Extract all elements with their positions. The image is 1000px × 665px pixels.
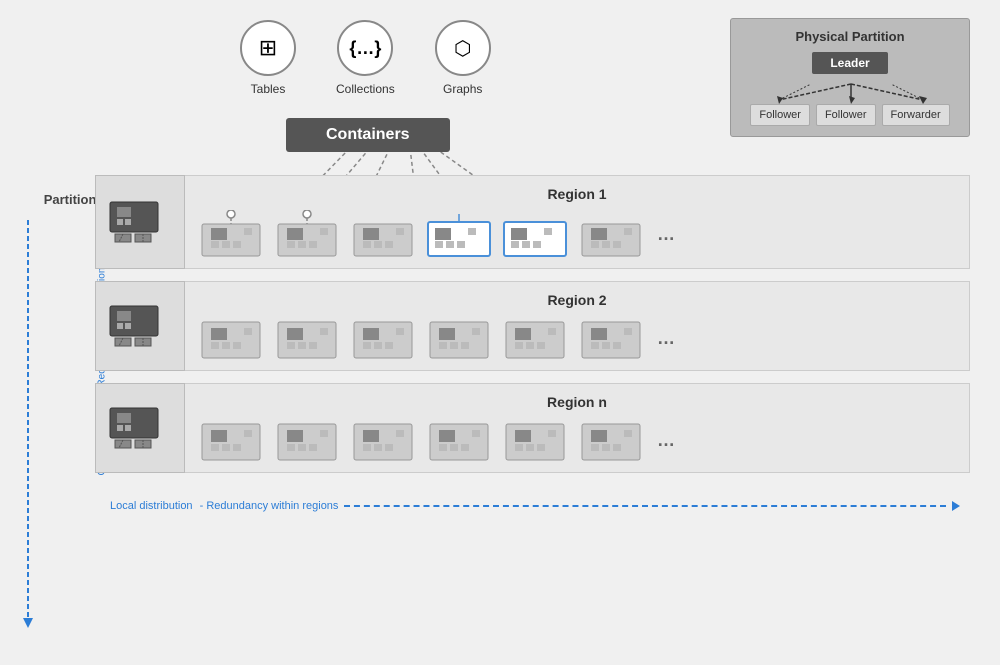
region-n-title: Region n: [197, 394, 957, 410]
region-1-partitions: …: [197, 210, 957, 258]
region-2-ellipsis: …: [657, 328, 675, 349]
pp-leader-row: Leader: [741, 52, 959, 74]
partition-set-server-icon-n: [105, 406, 175, 451]
graphs-label: Graphs: [443, 82, 482, 96]
collections-label: Collections: [336, 82, 395, 96]
partition-1: [197, 210, 265, 258]
partition-set-col-n: [95, 383, 185, 473]
tables-label: Tables: [251, 82, 286, 96]
region-1-content: Region 1: [185, 175, 970, 269]
collections-icon: {…}: [337, 20, 393, 76]
partition-4-highlighted: [425, 210, 493, 258]
containers-box: Containers: [286, 118, 450, 152]
pp-forwarder: Forwarder: [882, 104, 950, 126]
region-2-row: Region 2: [95, 281, 970, 371]
r2-p2: [273, 316, 341, 360]
partition-5-highlighted: [501, 210, 569, 258]
region-2-title: Region 2: [197, 292, 957, 308]
partition-set-server-icon-2: [105, 304, 175, 349]
pp-follower-1: Follower: [750, 104, 810, 126]
tables-icon: ⊞: [240, 20, 296, 76]
region-1-row: Region 1: [95, 175, 970, 269]
physical-partition-title: Physical Partition: [741, 29, 959, 44]
partition-set-col-1: [95, 175, 185, 269]
pp-followers-row: Follower Follower Forwarder: [741, 104, 959, 126]
partition-2: [273, 210, 341, 258]
physical-partition-panel: Physical Partition Leader Follower Follo…: [730, 18, 970, 137]
main-container: ⊞ Tables {…} Collections ⬡ Graphs Contai…: [0, 0, 1000, 665]
graphs-icon-item: ⬡ Graphs: [435, 20, 491, 96]
r2-p5: [501, 316, 569, 360]
region-1-ellipsis: …: [657, 224, 675, 245]
r2-p1: [197, 316, 265, 360]
region-n-ellipsis: …: [657, 430, 675, 451]
pp-follower-2: Follower: [816, 104, 876, 126]
regions-area: Region 1: [95, 175, 970, 635]
region-n-partitions: …: [197, 418, 957, 462]
partition-set-col-2: [95, 281, 185, 371]
collections-icon-item: {…} Collections: [336, 20, 395, 96]
rn-p6: [577, 418, 645, 462]
graphs-icon: ⬡: [435, 20, 491, 76]
region-n-content: Region n: [185, 383, 970, 473]
pp-arrows-svg: [741, 80, 961, 104]
containers-label: Containers: [326, 126, 410, 143]
rn-p1: [197, 418, 265, 462]
rn-p4: [425, 418, 493, 462]
rn-p5: [501, 418, 569, 462]
partition-set-server-icon-1: [105, 200, 175, 245]
tables-icon-item: ⊞ Tables: [240, 20, 296, 96]
pp-leader-box: Leader: [812, 52, 887, 74]
partition-3: [349, 210, 417, 258]
region-2-content: Region 2: [185, 281, 970, 371]
top-icons-row: ⊞ Tables {…} Collections ⬡ Graphs: [240, 20, 491, 96]
r2-p6: [577, 316, 645, 360]
rn-p2: [273, 418, 341, 462]
rn-p3: [349, 418, 417, 462]
r2-p3: [349, 316, 417, 360]
r2-p4: [425, 316, 493, 360]
partition-6: [577, 210, 645, 258]
region-1-title: Region 1: [197, 186, 957, 202]
region-n-row: Region n: [95, 383, 970, 473]
region-2-partitions: …: [197, 316, 957, 360]
